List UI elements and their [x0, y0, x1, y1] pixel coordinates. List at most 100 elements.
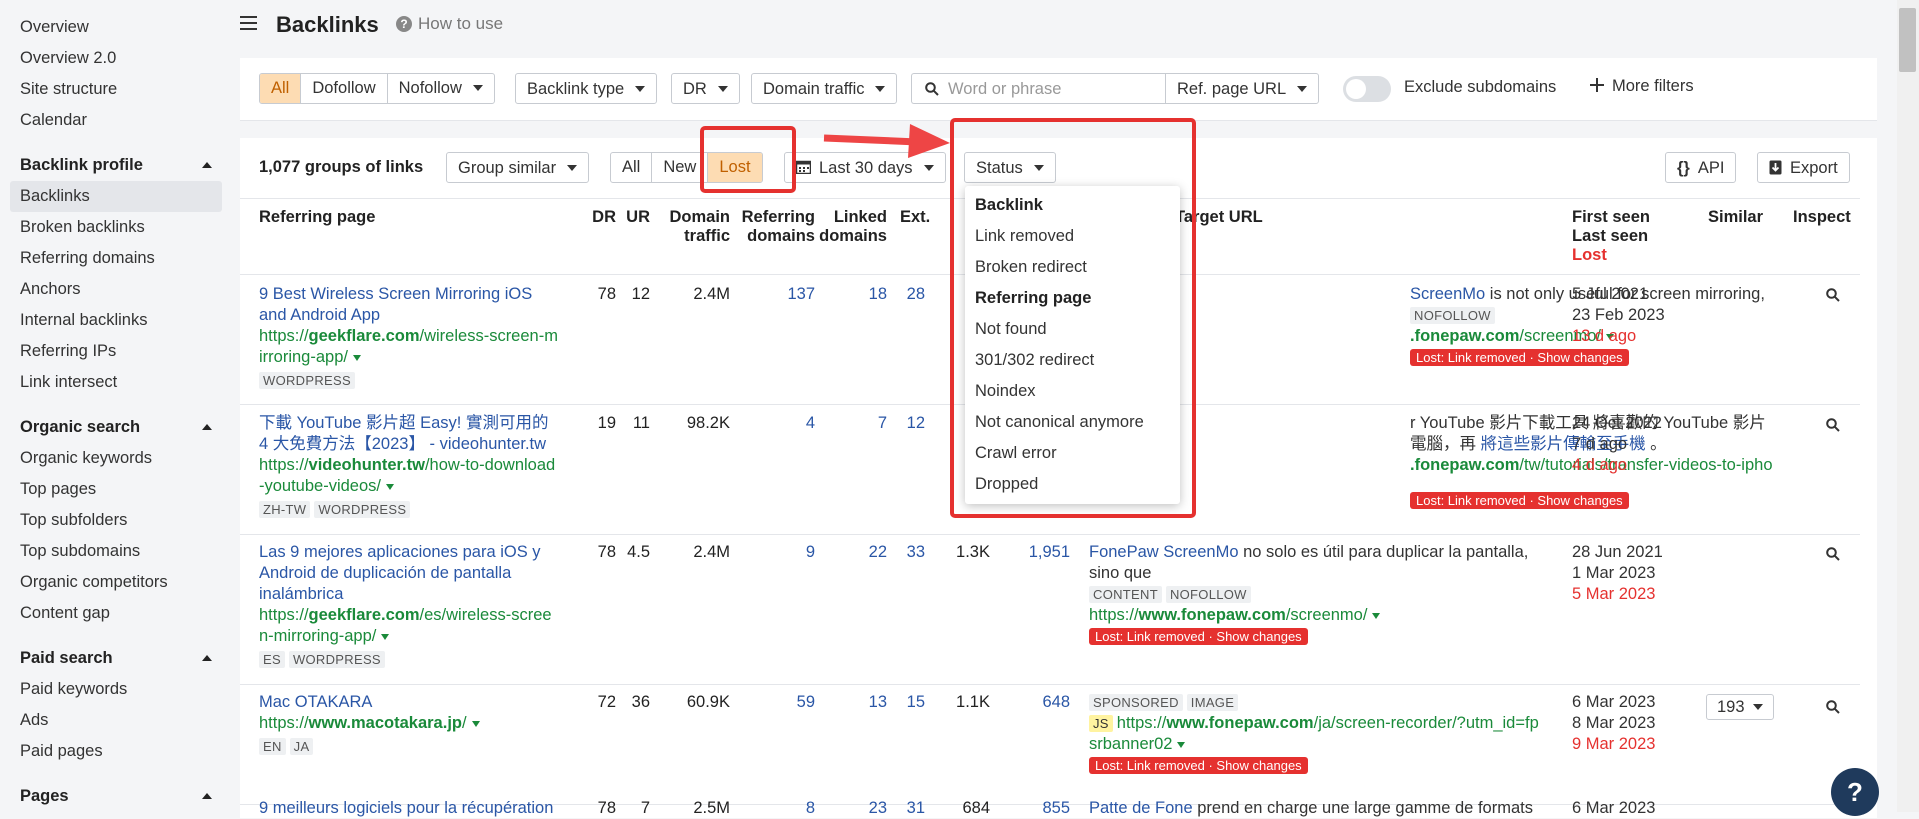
sidebar-item-paid-pages[interactable]: Paid pages: [0, 736, 230, 767]
referring-page-url[interactable]: https://videohunter.tw/how-to-download -y…: [259, 455, 579, 497]
status-dropdown[interactable]: Status: [964, 152, 1056, 183]
header-similar[interactable]: Similar: [1708, 208, 1763, 227]
sidebar-item-overview[interactable]: Overview: [0, 12, 230, 43]
referring-domains-value[interactable]: 4: [730, 413, 815, 434]
similar-dropdown[interactable]: 193: [1706, 694, 1774, 720]
filter-nofollow[interactable]: Nofollow: [388, 74, 494, 103]
linked-domains-value[interactable]: 7: [815, 413, 887, 434]
header-domain-traffic[interactable]: Domain traffic: [650, 208, 730, 246]
menu-item-broken-redirect[interactable]: Broken redirect: [965, 252, 1180, 283]
sidebar-item-link-intersect[interactable]: Link intersect: [0, 367, 230, 398]
sidebar-item-overview-2[interactable]: Overview 2.0: [0, 43, 230, 74]
header-referring-page[interactable]: Referring page: [259, 208, 375, 227]
header-ur[interactable]: UR: [620, 208, 650, 227]
ext-value[interactable]: 28: [890, 284, 925, 305]
filter-all[interactable]: All: [260, 74, 302, 103]
ext-value[interactable]: 12: [890, 413, 925, 434]
tab-lost[interactable]: Lost: [708, 153, 762, 182]
sidebar-section-paid-search[interactable]: Paid search: [0, 643, 230, 674]
ref-page-url-dropdown[interactable]: Ref. page URL: [1165, 73, 1320, 104]
header-linked-domains[interactable]: Linked domains: [815, 208, 887, 246]
api-button[interactable]: {} API: [1665, 152, 1737, 183]
inspect-icon[interactable]: [1826, 547, 1840, 561]
scrollbar[interactable]: [1897, 0, 1919, 812]
sidebar-item-top-pages[interactable]: Top pages: [0, 474, 230, 505]
menu-item-link-removed[interactable]: Link removed: [965, 221, 1180, 252]
chevron-down-icon[interactable]: [1177, 742, 1186, 748]
column-value[interactable]: 648: [995, 692, 1070, 713]
chevron-down-icon[interactable]: [352, 355, 361, 361]
inspect-icon[interactable]: [1826, 418, 1840, 432]
ext-value[interactable]: 33: [890, 542, 925, 563]
inspect-icon[interactable]: [1826, 700, 1840, 714]
filter-dofollow[interactable]: Dofollow: [301, 74, 388, 103]
referring-page-title[interactable]: 9 meilleurs logiciels pour la récupérati…: [259, 798, 553, 819]
column-value[interactable]: 855: [995, 798, 1070, 819]
linked-domains-value[interactable]: 23: [815, 798, 887, 819]
sidebar-item-calendar[interactable]: Calendar: [0, 105, 230, 136]
menu-item-crawl-error[interactable]: Crawl error: [965, 438, 1180, 469]
sidebar-section-backlink-profile[interactable]: Backlink profile: [0, 150, 230, 181]
sidebar-item-internal-backlinks[interactable]: Internal backlinks: [0, 305, 230, 336]
sidebar-item-organic-keywords[interactable]: Organic keywords: [0, 443, 230, 474]
sidebar-section-organic-search[interactable]: Organic search: [0, 412, 230, 443]
group-similar-dropdown[interactable]: Group similar: [446, 152, 590, 183]
referring-page-url[interactable]: https://geekflare.com/wireless-screen-m i…: [259, 326, 579, 368]
linked-domains-value[interactable]: 18: [815, 284, 887, 305]
menu-item-not-canonical[interactable]: Not canonical anymore: [965, 407, 1180, 438]
header-inspect[interactable]: Inspect: [1793, 208, 1851, 227]
referring-domains-value[interactable]: 8: [730, 798, 815, 819]
referring-page-title[interactable]: 9 Best Wireless Screen Mirroring iOS and …: [259, 284, 579, 326]
referring-page-title[interactable]: Las 9 mejores aplicaciones para iOS y And…: [259, 542, 579, 605]
export-button[interactable]: Export: [1757, 152, 1850, 183]
header-referring-domains[interactable]: Referring domains: [730, 208, 815, 246]
sidebar-item-anchors[interactable]: Anchors: [0, 274, 230, 305]
header-ext[interactable]: Ext.: [900, 208, 930, 227]
referring-domains-value[interactable]: 9: [730, 542, 815, 563]
referring-page-title[interactable]: Mac OTAKARA: [259, 692, 579, 713]
sidebar-item-organic-competitors[interactable]: Organic competitors: [0, 567, 230, 598]
chevron-down-icon[interactable]: [386, 484, 394, 490]
sidebar-item-ads[interactable]: Ads: [0, 705, 230, 736]
scrollbar-thumb[interactable]: [1899, 8, 1916, 72]
menu-icon[interactable]: [240, 16, 257, 30]
chevron-down-icon[interactable]: [381, 634, 390, 640]
help-chat-button[interactable]: ?: [1831, 768, 1879, 816]
chevron-down-icon[interactable]: [1372, 613, 1381, 619]
inspect-icon[interactable]: [1826, 288, 1840, 302]
referring-page-url[interactable]: https://geekflare.com/es/wireless-scree n…: [259, 605, 579, 647]
sidebar-item-referring-domains[interactable]: Referring domains: [0, 243, 230, 274]
referring-page-title[interactable]: 下載 YouTube 影片超 Easy! 實測可用的 4 大免費方法【2023】 …: [259, 413, 579, 455]
domain-traffic-dropdown[interactable]: Domain traffic: [751, 73, 898, 104]
tab-new[interactable]: New: [652, 153, 709, 182]
sidebar-item-backlinks[interactable]: Backlinks: [10, 181, 222, 212]
ext-value[interactable]: 31: [890, 798, 925, 819]
chevron-down-icon[interactable]: [471, 721, 480, 727]
sidebar-item-broken-backlinks[interactable]: Broken backlinks: [0, 212, 230, 243]
search-input[interactable]: [946, 78, 1150, 101]
more-filters-button[interactable]: More filters: [1590, 77, 1694, 96]
header-dr[interactable]: DR: [586, 208, 616, 227]
referring-page-url[interactable]: https://www.macotakara.jp/: [259, 713, 579, 734]
linked-domains-value[interactable]: 22: [815, 542, 887, 563]
column-value[interactable]: 1,951: [995, 542, 1070, 563]
referring-domains-value[interactable]: 137: [730, 284, 815, 305]
sidebar-item-referring-ips[interactable]: Referring IPs: [0, 336, 230, 367]
menu-item-not-found[interactable]: Not found: [965, 314, 1180, 345]
header-target-url[interactable]: Target URL: [1175, 208, 1263, 227]
backlink-type-dropdown[interactable]: Backlink type: [515, 73, 658, 104]
menu-item-dropped[interactable]: Dropped: [965, 469, 1180, 500]
sidebar-item-top-subdomains[interactable]: Top subdomains: [0, 536, 230, 567]
linked-domains-value[interactable]: 13: [815, 692, 887, 713]
referring-domains-value[interactable]: 59: [730, 692, 815, 713]
how-to-use-link[interactable]: ? How to use: [396, 14, 503, 34]
tab-all[interactable]: All: [611, 153, 653, 182]
menu-item-noindex[interactable]: Noindex: [965, 376, 1180, 407]
exclude-subdomains-toggle[interactable]: [1343, 76, 1391, 102]
ext-value[interactable]: 15: [890, 692, 925, 713]
dr-dropdown[interactable]: DR: [671, 73, 740, 104]
menu-item-redirect[interactable]: 301/302 redirect: [965, 345, 1180, 376]
sidebar-item-site-structure[interactable]: Site structure: [0, 74, 230, 105]
sidebar-item-paid-keywords[interactable]: Paid keywords: [0, 674, 230, 705]
sidebar-section-pages[interactable]: Pages: [0, 781, 230, 812]
